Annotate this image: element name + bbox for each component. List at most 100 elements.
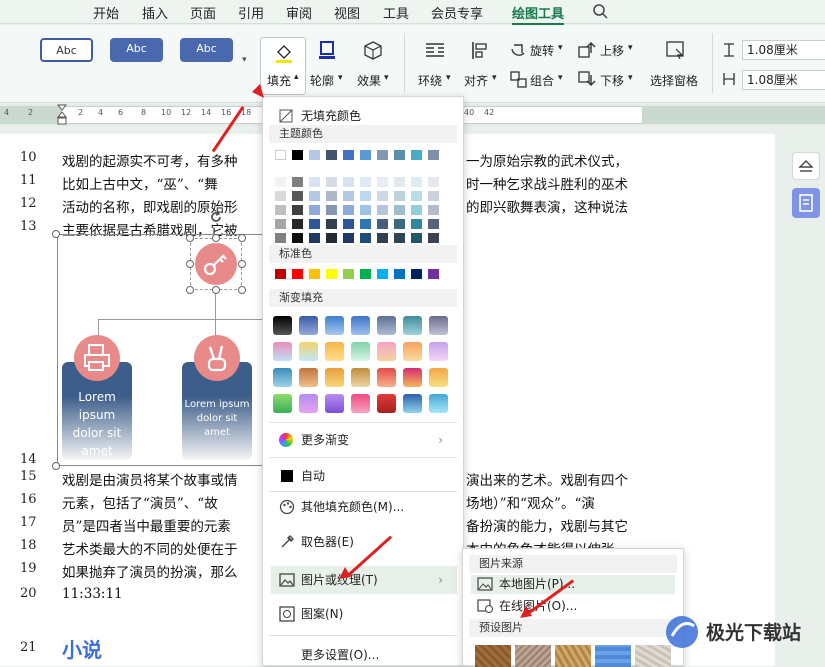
paragraph-text[interactable]: 的即兴歌舞表演，这种说法	[466, 196, 628, 216]
gradient-swatch[interactable]	[403, 316, 422, 335]
tab-drawing-tools[interactable]: 绘图工具	[512, 3, 565, 25]
theme-color-swatch[interactable]	[428, 205, 439, 215]
theme-color-swatch[interactable]	[309, 191, 320, 201]
theme-color-swatch[interactable]	[394, 205, 405, 215]
resize-handle[interactable]	[238, 260, 246, 268]
theme-color-swatch[interactable]	[326, 219, 337, 229]
key-shape[interactable]	[195, 243, 237, 285]
theme-color-swatch[interactable]	[411, 219, 422, 229]
gradient-swatch[interactable]	[351, 342, 370, 361]
gradient-swatch[interactable]	[299, 368, 318, 387]
tab-tools[interactable]: 工具	[383, 3, 409, 22]
theme-color-swatch[interactable]	[411, 150, 422, 160]
theme-color-swatch[interactable]	[275, 233, 286, 243]
rotate-button[interactable]: 旋转	[530, 42, 554, 59]
style-preset-3[interactable]: Abc	[180, 38, 233, 62]
resize-handle[interactable]	[52, 462, 60, 470]
theme-color-swatch[interactable]	[411, 233, 422, 243]
theme-color-swatch[interactable]	[428, 233, 439, 243]
resize-handle[interactable]	[238, 286, 246, 294]
theme-color-swatch[interactable]	[275, 191, 286, 201]
gradient-swatch[interactable]	[325, 394, 344, 413]
ruler-indent-marker[interactable]	[56, 104, 68, 126]
align-button[interactable]: 对齐	[464, 72, 488, 89]
resize-handle[interactable]	[212, 286, 220, 294]
gradient-swatch[interactable]	[325, 342, 344, 361]
tab-page[interactable]: 页面	[190, 3, 216, 22]
tab-member[interactable]: 会员专享	[431, 3, 483, 22]
theme-color-swatch[interactable]	[309, 205, 320, 215]
paragraph-text[interactable]: 演出来的艺术。戏剧有四个	[466, 469, 628, 489]
theme-color-swatch[interactable]	[428, 191, 439, 201]
send-backward-button[interactable]: 下移	[600, 72, 624, 89]
theme-color-swatch[interactable]	[377, 177, 388, 187]
theme-color-swatch[interactable]	[343, 205, 354, 215]
width-input[interactable]: 1.08厘米	[742, 70, 825, 90]
resize-handle[interactable]	[238, 234, 246, 242]
standard-color-swatch[interactable]	[377, 269, 388, 279]
theme-color-swatch[interactable]	[326, 233, 337, 243]
standard-color-swatch[interactable]	[292, 269, 303, 279]
theme-color-swatch[interactable]	[343, 177, 354, 187]
theme-color-swatch[interactable]	[360, 219, 371, 229]
gradient-swatch[interactable]	[403, 342, 422, 361]
texture-preset-3[interactable]	[555, 645, 591, 667]
theme-color-swatch[interactable]	[377, 191, 388, 201]
standard-color-swatch[interactable]	[343, 269, 354, 279]
search-icon[interactable]	[592, 3, 608, 19]
texture-preset-4[interactable]	[595, 645, 631, 667]
group-button[interactable]: 组合	[530, 72, 554, 89]
paragraph-text[interactable]: 艺术类最大的不同的处便在于	[62, 538, 238, 558]
gradient-swatch[interactable]	[325, 316, 344, 335]
picture-texture-item[interactable]: 图片或纹理(T) ›	[271, 566, 457, 594]
standard-color-swatch[interactable]	[411, 269, 422, 279]
standard-color-swatch[interactable]	[394, 269, 405, 279]
theme-color-swatch[interactable]	[309, 219, 320, 229]
gradient-swatch[interactable]	[377, 316, 396, 335]
tab-reference[interactable]: 引用	[238, 3, 264, 22]
theme-color-swatch[interactable]	[428, 177, 439, 187]
auto-color-item[interactable]: 自动	[271, 464, 457, 488]
paragraph-text[interactable]: 11:33:11	[62, 586, 123, 602]
theme-color-swatch[interactable]	[292, 233, 303, 243]
rotate-handle-icon[interactable]	[209, 210, 223, 224]
tab-insert[interactable]: 插入	[142, 3, 168, 22]
theme-color-swatch[interactable]	[377, 150, 388, 160]
theme-color-swatch[interactable]	[377, 219, 388, 229]
gradient-swatch[interactable]	[377, 342, 396, 361]
gradient-swatch[interactable]	[273, 368, 292, 387]
collapse-button[interactable]	[792, 152, 820, 180]
theme-color-swatch[interactable]	[292, 177, 303, 187]
paragraph-text[interactable]: 比如上古中文，“巫”、“舞	[62, 173, 218, 193]
gradient-swatch[interactable]	[377, 394, 396, 413]
theme-color-swatch[interactable]	[360, 233, 371, 243]
gradient-swatch[interactable]	[351, 368, 370, 387]
texture-preset-2[interactable]	[515, 645, 551, 667]
theme-color-swatch[interactable]	[326, 150, 337, 160]
paragraph-text[interactable]: 员”是四者当中最重要的元素	[62, 515, 231, 535]
theme-color-swatch[interactable]	[343, 233, 354, 243]
theme-color-swatch[interactable]	[343, 191, 354, 201]
theme-color-swatch[interactable]	[275, 177, 286, 187]
theme-color-swatch[interactable]	[394, 177, 405, 187]
paragraph-text[interactable]: 戏剧是由演员将某个故事或情	[62, 469, 238, 489]
theme-color-swatch[interactable]	[411, 191, 422, 201]
paragraph-text[interactable]: 戏剧的起源实不可考，有多种	[62, 150, 238, 170]
theme-color-swatch[interactable]	[343, 219, 354, 229]
gradient-swatch[interactable]	[325, 368, 344, 387]
theme-color-swatch[interactable]	[326, 191, 337, 201]
fill-button[interactable]: 填充 ▴	[260, 37, 306, 95]
gradient-swatch[interactable]	[351, 394, 370, 413]
wrap-button[interactable]: 环绕	[418, 72, 442, 89]
heading-text[interactable]: 小说	[62, 634, 102, 663]
paragraph-text[interactable]: 一为原始宗教的武术仪式，	[466, 150, 628, 170]
standard-color-swatch[interactable]	[309, 269, 320, 279]
theme-color-swatch[interactable]	[428, 150, 439, 160]
bring-forward-button[interactable]: 上移	[600, 42, 624, 59]
gradient-swatch[interactable]	[429, 368, 448, 387]
printer-shape[interactable]	[74, 335, 120, 381]
paragraph-text[interactable]: 如果抛弃了演员的扮演，那么	[62, 561, 238, 581]
resize-handle[interactable]	[212, 234, 220, 242]
standard-color-swatch[interactable]	[326, 269, 337, 279]
theme-color-swatch[interactable]	[394, 191, 405, 201]
